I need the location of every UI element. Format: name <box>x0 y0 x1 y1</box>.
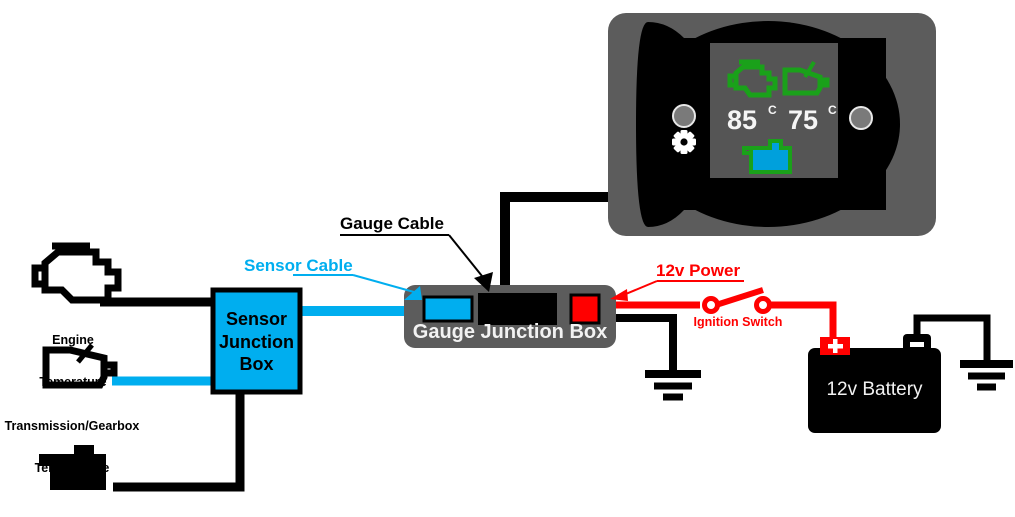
gauge-right-button[interactable] <box>849 106 873 130</box>
battery-negative-mark <box>910 342 924 347</box>
gauge-ground <box>645 370 701 401</box>
sensor-cable-leader <box>352 274 415 293</box>
ignition-switch-contact-right[interactable] <box>754 296 772 314</box>
annotation-sensor-cable: Sensor Cable <box>244 256 353 275</box>
sensor-junction-box-label-line2: Junction <box>219 331 294 352</box>
ignition-switch-contact-left[interactable] <box>702 296 720 314</box>
sensor-label-coolant: Coolant Level <box>18 490 138 517</box>
annotation-gauge-cable: Gauge Cable <box>340 214 444 233</box>
sensor-label-engine-line2: Temerature <box>39 375 107 389</box>
sensor-junction-box-label-line1: Sensor <box>225 309 288 329</box>
gauge-junction-box-label: Gauge Junction Box <box>412 321 608 343</box>
sensor-junction-box-label: Sensor Junction Box <box>213 308 300 376</box>
display-gearbox-unit: C <box>828 103 837 117</box>
sensor-junction-box-label-line3: Box <box>239 354 274 374</box>
engine-icon <box>31 242 122 304</box>
wiring-diagram-canvas: Engine Temerature Transmission/Gearbox T… <box>0 0 1015 517</box>
sensor-label-transmission: Transmission/Gearbox Temperature <box>0 391 144 503</box>
diagram-vector-layer <box>31 13 1013 492</box>
display-gearbox-value: 75 <box>787 105 819 135</box>
battery-ground <box>960 360 1013 391</box>
gauge-unit[interactable] <box>608 13 936 236</box>
display-engine-value: 85 <box>726 105 758 135</box>
battery-plus-horizontal <box>828 344 843 349</box>
display-engine-unit: C <box>768 103 777 117</box>
sensor-label-engine-line1: Engine <box>52 333 94 347</box>
sensor-label-transmission-line2: Temperature <box>34 461 110 475</box>
annotation-12v-power: 12v Power <box>656 261 741 280</box>
gear-icon[interactable] <box>672 130 696 154</box>
battery-label: 12v Battery <box>826 379 923 400</box>
gauge-left-button[interactable] <box>672 104 696 128</box>
gauge-junction-box-sensor-port[interactable] <box>422 295 474 323</box>
gauge-cable-leader <box>448 234 487 282</box>
sensor-label-transmission-line1: Transmission/Gearbox <box>4 419 140 433</box>
gauge-junction-box-power-port[interactable] <box>569 293 601 325</box>
annotation-ignition-switch: Ignition Switch <box>693 315 783 329</box>
